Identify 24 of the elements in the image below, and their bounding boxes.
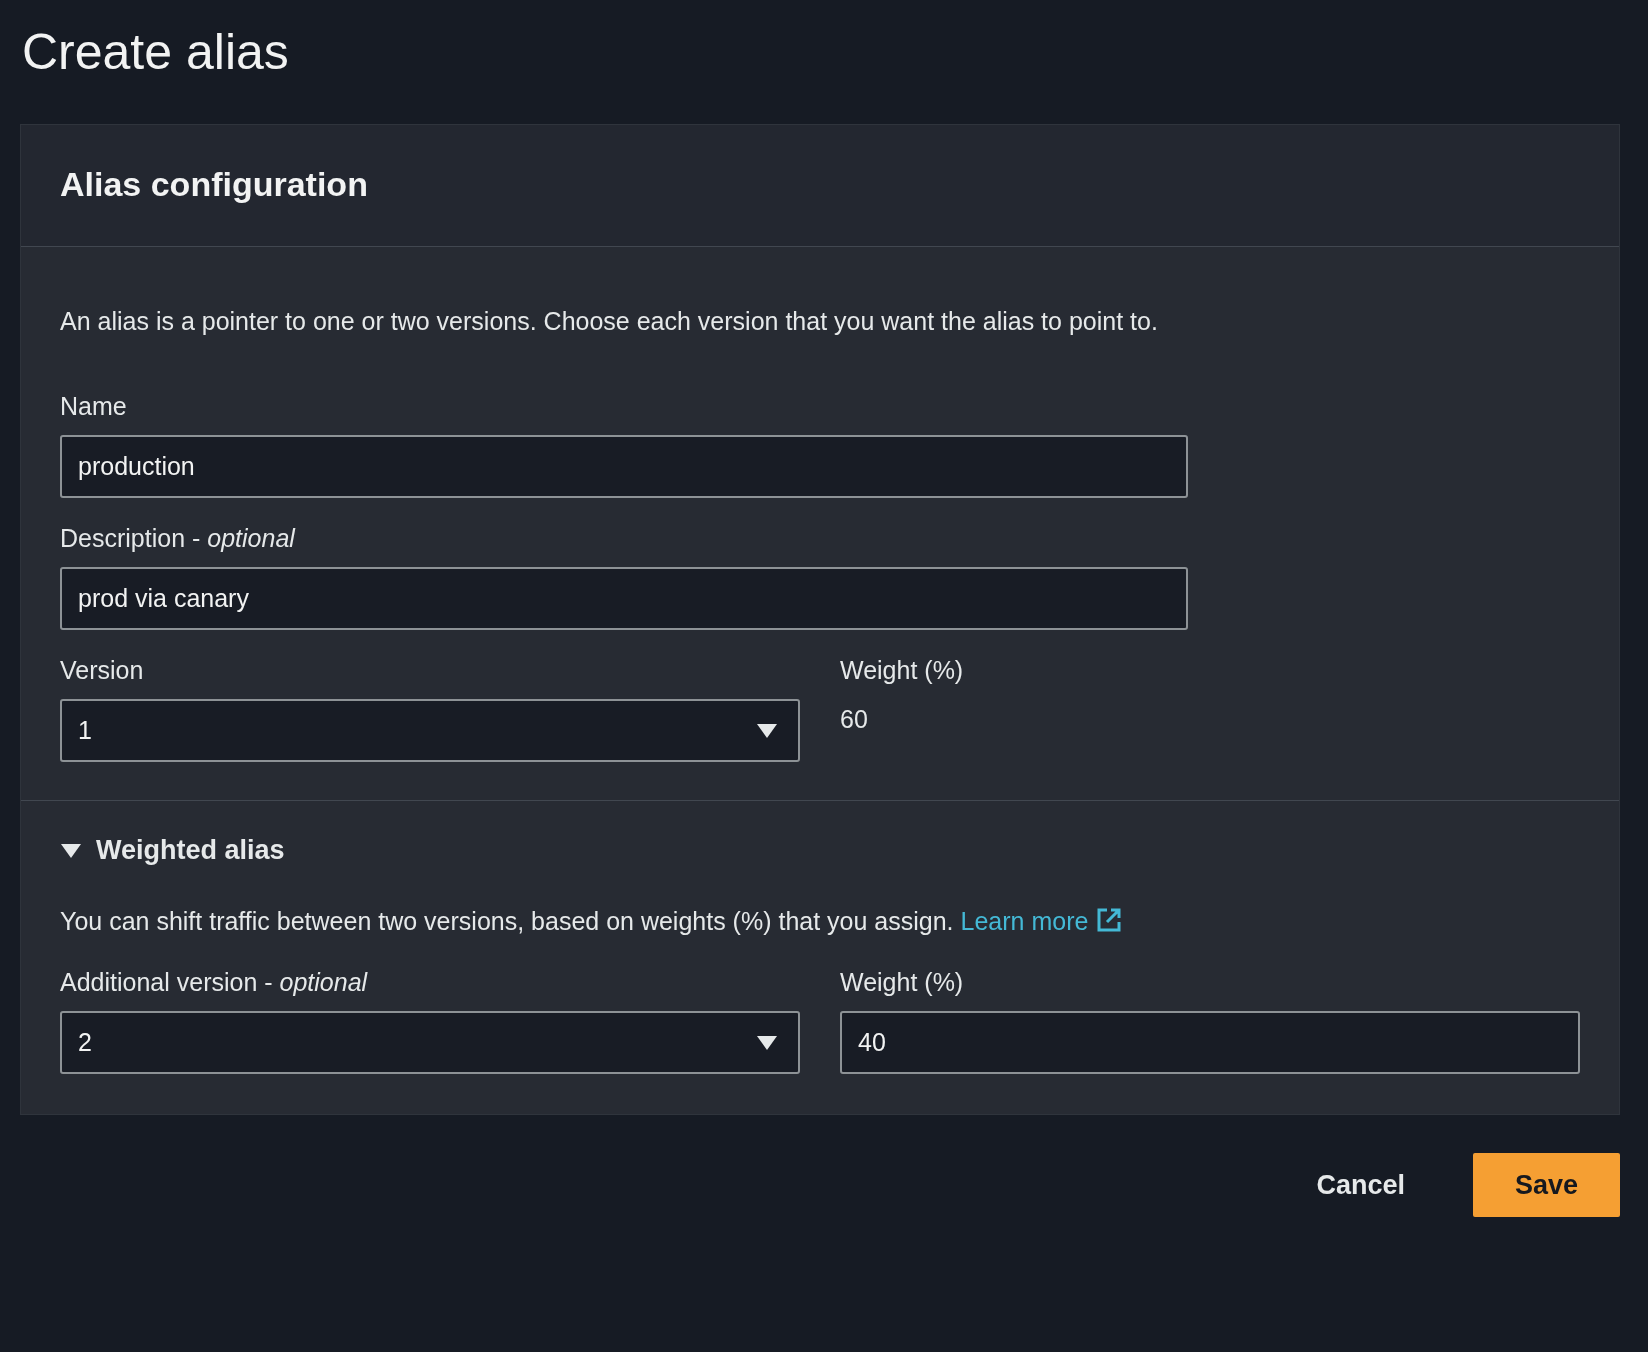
weighted-alias-toggle[interactable]: Weighted alias [60,835,285,866]
help-text: You can shift traffic between two versions, based on weights (%) that you assign. Learn more [60,906,1580,936]
weight-field[interactable]: 40 [840,1011,1580,1074]
field-label: Version [60,656,145,685]
field-label: Weight (%) [840,968,965,997]
description-field[interactable]: prod via canary [60,567,1188,630]
text-button[interactable]: Cancel [1274,1153,1447,1217]
weight-value: 60 [840,705,869,734]
name-field[interactable]: production [60,435,1188,498]
additional-version-select[interactable]: 2 [60,1011,800,1074]
intro-text: An alias is a pointer to one or two versions. Choose each version that you want the alias to point to. [60,307,1159,336]
external-link-icon [1095,906,1124,934]
learn-more-link[interactable]: Learn more [960,907,1124,935]
field-label: Additional version - optional [60,968,369,997]
version-select[interactable]: 1 [60,699,800,762]
primary-button[interactable]: Save [1472,1153,1620,1217]
page-title: Create alias [22,23,290,82]
caret-icon [756,1033,778,1052]
field-label: Name [60,392,128,421]
caret-icon [756,721,778,740]
field-label: Description - optional [60,524,297,553]
section-heading: Alias configuration [60,165,369,204]
field-label: Weight (%) [840,656,964,685]
caret-icon [60,841,82,860]
